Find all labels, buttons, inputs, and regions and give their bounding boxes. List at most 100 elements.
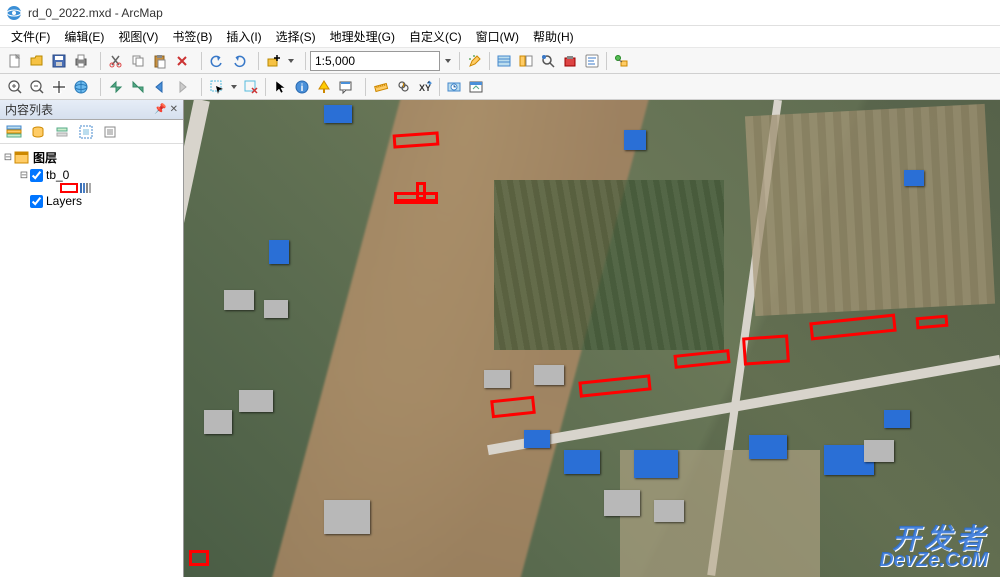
cut-button[interactable]: [105, 50, 127, 72]
tree-layer-layers[interactable]: Layers: [2, 193, 181, 209]
scale-input[interactable]: [310, 51, 440, 71]
menu-file[interactable]: 文件(F): [4, 26, 57, 47]
catalog-button[interactable]: [515, 50, 537, 72]
select-features-dropdown[interactable]: [228, 76, 240, 98]
measure-button[interactable]: [370, 76, 392, 98]
model-builder-button[interactable]: [610, 50, 632, 72]
print-button[interactable]: [70, 50, 92, 72]
building-feature: [324, 500, 370, 534]
field-feature: [494, 180, 724, 350]
select-features-button[interactable]: [206, 76, 228, 98]
toc-options[interactable]: [100, 122, 120, 142]
building-feature: [204, 410, 232, 434]
menu-selection[interactable]: 选择(S): [269, 26, 323, 47]
layer-checkbox-tb0[interactable]: [30, 169, 43, 182]
toc-tree: ⊟ 图层 ⊟ tb_0 Layers: [0, 144, 183, 577]
back-extent-button[interactable]: [149, 76, 171, 98]
add-data-button[interactable]: [263, 50, 285, 72]
layer-label-tb0: tb_0: [46, 168, 69, 182]
undo-button[interactable]: [206, 50, 228, 72]
toc-header: 内容列表 📌 ✕: [0, 100, 183, 120]
open-button[interactable]: [26, 50, 48, 72]
red-polygon-overlay: [189, 550, 209, 566]
building-feature: [624, 130, 646, 150]
toc-list-by-source[interactable]: [28, 122, 48, 142]
search-button[interactable]: [537, 50, 559, 72]
menu-view[interactable]: 视图(V): [111, 26, 165, 47]
building-feature: [239, 390, 273, 412]
app-icon: [6, 5, 22, 21]
redo-button[interactable]: [228, 50, 250, 72]
menu-customize[interactable]: 自定义(C): [402, 26, 469, 47]
watermark-line2: DevZe.CoM: [879, 551, 988, 569]
viewer-window-button[interactable]: [465, 76, 487, 98]
hyperlink-button[interactable]: [313, 76, 335, 98]
raster-symbol-icon: [80, 183, 91, 193]
forward-extent-button[interactable]: [171, 76, 193, 98]
zoom-out-button[interactable]: [26, 76, 48, 98]
editor-toolbar-button[interactable]: [464, 50, 486, 72]
layer-label-layers: Layers: [46, 194, 82, 208]
fixed-zoom-in-button[interactable]: [105, 76, 127, 98]
tree-layer-tb0[interactable]: ⊟ tb_0: [2, 167, 181, 183]
building-feature: [534, 365, 564, 385]
toc-list-by-visibility[interactable]: [52, 122, 72, 142]
menu-help[interactable]: 帮助(H): [526, 26, 581, 47]
red-polygon-overlay: [416, 182, 426, 200]
identify-button[interactable]: i: [291, 76, 313, 98]
zoom-in-button[interactable]: [4, 76, 26, 98]
building-feature: [484, 370, 510, 388]
expand-icon[interactable]: ⊟: [2, 152, 14, 163]
title-bar: rd_0_2022.mxd - ArcMap: [0, 0, 1000, 26]
menu-geoprocessing[interactable]: 地理处理(G): [323, 26, 402, 47]
save-button[interactable]: [48, 50, 70, 72]
fixed-zoom-out-button[interactable]: [127, 76, 149, 98]
toc-list-by-drawing-order[interactable]: [4, 122, 24, 142]
find-button[interactable]: [392, 76, 414, 98]
time-slider-button[interactable]: [443, 76, 465, 98]
toc-list-by-selection[interactable]: [76, 122, 96, 142]
copy-button[interactable]: [127, 50, 149, 72]
tools-toolbar: i XY: [0, 74, 1000, 100]
clear-selection-button[interactable]: [240, 76, 262, 98]
table-of-contents-button[interactable]: [493, 50, 515, 72]
map-view[interactable]: 开发者 DevZe.CoM: [184, 100, 1000, 577]
goto-xy-button[interactable]: XY: [414, 76, 436, 98]
expand-icon[interactable]: ⊟: [18, 170, 30, 181]
python-button[interactable]: [581, 50, 603, 72]
building-feature: [524, 430, 550, 448]
menu-window[interactable]: 窗口(W): [469, 26, 526, 47]
window-title: rd_0_2022.mxd - ArcMap: [28, 6, 163, 20]
building-feature: [654, 500, 684, 522]
building-feature: [564, 450, 600, 474]
menu-bookmarks[interactable]: 书签(B): [165, 26, 219, 47]
main-area: 内容列表 📌 ✕ ⊟ 图层 ⊟ tb_0: [0, 100, 1000, 577]
tree-root[interactable]: ⊟ 图层: [2, 148, 181, 167]
add-data-dropdown[interactable]: [285, 50, 297, 72]
building-feature: [634, 450, 678, 478]
arctoolbox-button[interactable]: [559, 50, 581, 72]
pan-button[interactable]: [48, 76, 70, 98]
new-button[interactable]: [4, 50, 26, 72]
scale-dropdown[interactable]: [441, 50, 455, 72]
building-feature: [264, 300, 288, 318]
svg-text:i: i: [301, 83, 304, 94]
menu-bar: 文件(F) 编辑(E) 视图(V) 书签(B) 插入(I) 选择(S) 地理处理…: [0, 26, 1000, 48]
pointer-button[interactable]: [269, 76, 291, 98]
layer-checkbox-layers[interactable]: [30, 195, 43, 208]
standard-toolbar: [0, 48, 1000, 74]
building-feature: [864, 440, 894, 462]
delete-button[interactable]: [171, 50, 193, 72]
full-extent-button[interactable]: [70, 76, 92, 98]
paste-button[interactable]: [149, 50, 171, 72]
html-popup-button[interactable]: [335, 76, 357, 98]
building-feature: [904, 170, 924, 186]
building-feature: [884, 410, 910, 428]
menu-insert[interactable]: 插入(I): [219, 26, 268, 47]
building-feature: [269, 240, 289, 264]
toc-close-icon[interactable]: ✕: [170, 104, 178, 115]
toc-pin-icon[interactable]: 📌: [154, 104, 166, 115]
red-polygon-overlay: [742, 334, 790, 365]
menu-edit[interactable]: 编辑(E): [57, 26, 111, 47]
layer-symbol-tb0[interactable]: [2, 183, 181, 193]
